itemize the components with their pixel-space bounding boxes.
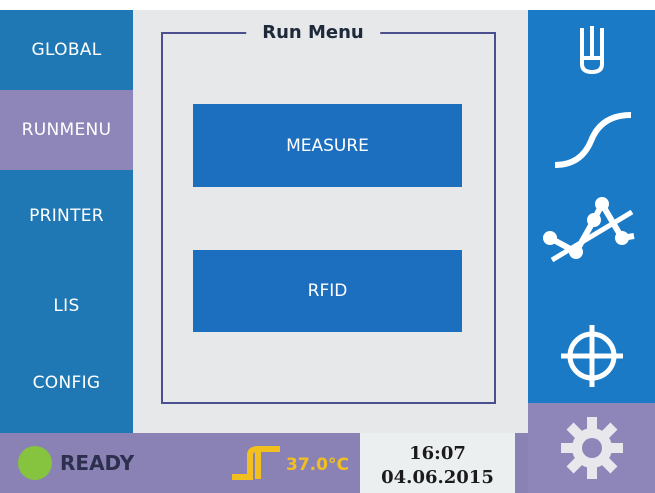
test-tube-icon: [579, 26, 604, 75]
clock-time: 16:07: [409, 443, 466, 464]
nav-item-label: CONFIG: [32, 373, 101, 393]
nav-item-runmenu[interactable]: RUNMENU: [0, 90, 133, 170]
nav-item-label: LIS: [53, 296, 80, 316]
button-label: MEASURE: [286, 135, 369, 156]
qc-tool[interactable]: [528, 190, 655, 270]
nav-item-label: RUNMENU: [21, 120, 112, 140]
nav-item-config[interactable]: CONFIG: [0, 343, 133, 423]
temperature-readout: 37.0°C: [286, 455, 349, 475]
group-title: Run Menu: [246, 22, 380, 43]
left-nav: GLOBAL RUNMENU PRINTER LIS CONFIG: [0, 10, 133, 433]
curve-tool[interactable]: [528, 100, 655, 180]
main-panel: Run Menu MEASURE RFID: [133, 10, 528, 433]
button-label: RFID: [307, 281, 348, 301]
clock-date: 04.06.2015: [381, 467, 494, 488]
settings-tool[interactable]: [528, 403, 655, 493]
rfid-button[interactable]: RFID: [193, 250, 462, 332]
nav-item-label: GLOBAL: [31, 40, 102, 60]
nav-item-global[interactable]: GLOBAL: [0, 10, 133, 90]
qc-chart-icon: [542, 197, 634, 263]
samples-tool[interactable]: [528, 10, 655, 90]
status-bar: READY 37.0°C 16:07 04.06.2015: [0, 433, 528, 493]
gear-icon: [560, 417, 623, 479]
crosshair-icon: [560, 325, 623, 387]
curve-icon: [554, 112, 631, 168]
nav-item-label: PRINTER: [29, 206, 104, 226]
instrument-screen: GLOBAL RUNMENU PRINTER LIS CONFIG Run Me…: [0, 10, 655, 493]
ready-indicator: [18, 446, 52, 480]
clock-panel: 16:07 04.06.2015: [360, 433, 515, 493]
right-toolbar: [528, 10, 655, 493]
thermometer-icon: [232, 446, 280, 480]
run-menu-group: [161, 32, 496, 404]
measure-button[interactable]: MEASURE: [193, 104, 462, 187]
target-tool[interactable]: [528, 316, 655, 396]
nav-item-printer[interactable]: PRINTER: [0, 176, 133, 256]
nav-item-lis[interactable]: LIS: [0, 266, 133, 346]
status-text: READY: [60, 451, 135, 475]
